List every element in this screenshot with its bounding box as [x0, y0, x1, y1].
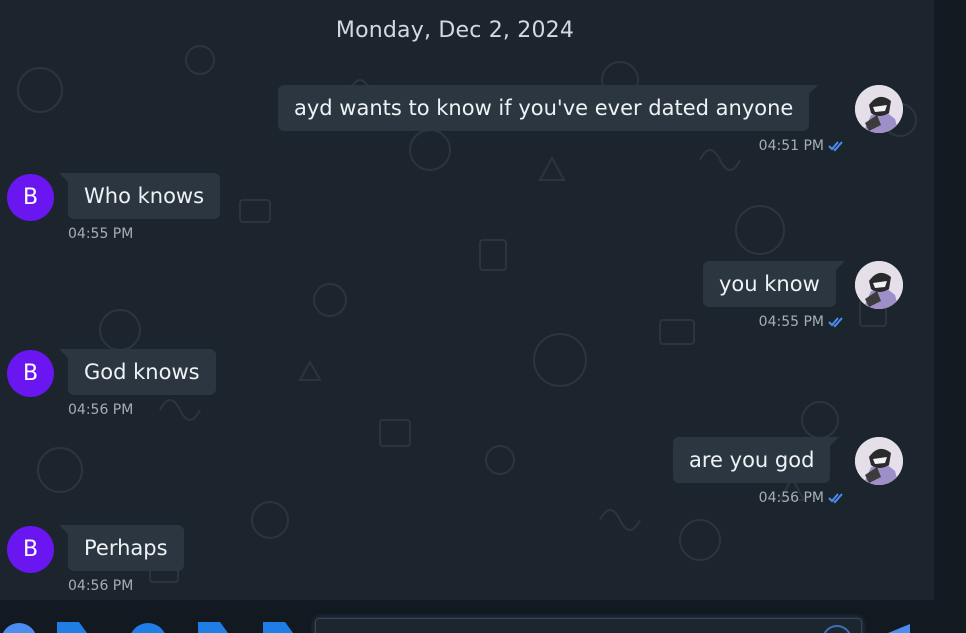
emoji-icon[interactable] [0, 621, 38, 633]
timestamp-text: 04:55 PM [758, 314, 824, 330]
sticker-icon[interactable] [57, 622, 89, 633]
contact-avatar[interactable]: B [7, 174, 54, 221]
outgoing-message[interactable]: ayd wants to know if you've ever dated a… [278, 85, 819, 131]
gif-icon[interactable] [128, 622, 168, 633]
message-timestamp: 04:56 PM [68, 578, 133, 594]
timestamp-text: 04:51 PM [758, 138, 824, 154]
read-receipt-icon [828, 317, 843, 328]
user-avatar-icon [855, 437, 903, 485]
user-avatar[interactable] [855, 261, 903, 309]
emoji-picker-icon[interactable] [822, 624, 852, 633]
message-timestamp: 04:56 PM [759, 490, 844, 506]
attach-icon[interactable] [198, 622, 230, 633]
outgoing-message[interactable]: are you god [673, 437, 840, 483]
message-input[interactable] [315, 618, 862, 633]
contact-avatar[interactable]: B [7, 350, 54, 397]
message-timestamp: 04:55 PM [759, 314, 844, 330]
message-timestamp: 04:51 PM [759, 138, 844, 154]
timestamp-text: 04:56 PM [68, 402, 134, 418]
user-avatar-icon [855, 261, 903, 309]
outgoing-message[interactable]: you know [703, 261, 845, 307]
message-timestamp: 04:56 PM [68, 402, 133, 418]
chat-panel: Monday, Dec 2, 2024 ayd wants to know if… [0, 0, 934, 600]
send-icon[interactable] [886, 624, 912, 633]
user-avatar[interactable] [855, 85, 903, 133]
date-separator: Monday, Dec 2, 2024 [335, 18, 575, 43]
user-avatar-icon [855, 85, 903, 133]
incoming-message[interactable]: Perhaps [59, 525, 184, 571]
contact-avatar[interactable]: B [7, 526, 54, 573]
read-receipt-icon [828, 493, 843, 504]
incoming-message[interactable]: Who knows [58, 173, 221, 219]
timestamp-text: 04:56 PM [758, 490, 824, 506]
user-avatar[interactable] [855, 437, 903, 485]
timestamp-text: 04:56 PM [68, 578, 134, 594]
incoming-message[interactable]: God knows [59, 349, 216, 395]
image-icon[interactable] [263, 622, 295, 633]
scrollbar-track[interactable] [934, 0, 966, 600]
timestamp-text: 04:55 PM [68, 226, 134, 242]
message-timestamp: 04:55 PM [68, 226, 133, 242]
read-receipt-icon [828, 141, 843, 152]
